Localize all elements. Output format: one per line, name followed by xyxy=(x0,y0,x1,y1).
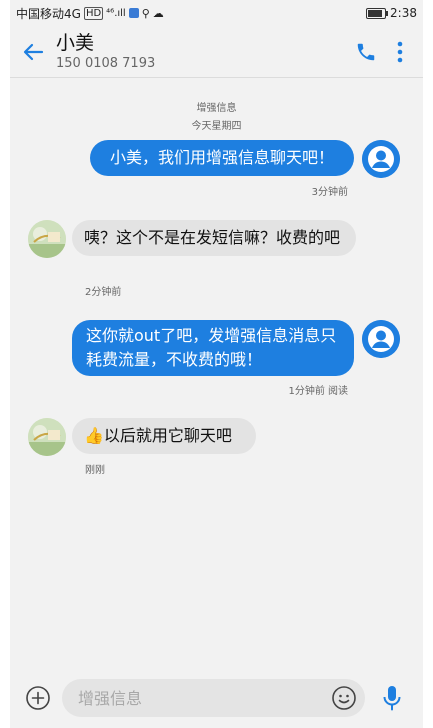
phone-icon[interactable] xyxy=(355,41,377,63)
message-input-wrapper xyxy=(62,679,365,717)
signal-icon: ⁴⁶.ıll xyxy=(106,7,126,19)
message-timestamp: 3分钟前 xyxy=(311,187,348,198)
incoming-message-bubble[interactable]: 咦？这个不是在发短信嘛？收费的吧 xyxy=(72,220,356,256)
contact-phone: 150 0108 7193 xyxy=(56,56,156,71)
status-time: 2:38 xyxy=(390,6,417,20)
add-circle-icon[interactable] xyxy=(22,682,54,714)
more-vertical-icon[interactable] xyxy=(397,41,403,63)
microphone-icon[interactable] xyxy=(373,684,411,712)
message-timestamp: 刚刚 xyxy=(85,465,105,476)
message-timestamp: 1分钟前 阅读 xyxy=(288,386,348,397)
hd-badge: HD xyxy=(83,6,104,20)
status-left: 中国移动4G HD ⁴⁶.ıll ⚲ ☁ xyxy=(16,5,164,22)
user-avatar[interactable] xyxy=(362,140,400,178)
channel-label: 增强信息 xyxy=(196,103,237,114)
date-label: 今天星期四 xyxy=(191,121,242,132)
battery-icon xyxy=(366,7,389,19)
message-input[interactable] xyxy=(76,687,331,709)
status-right: 2:38 xyxy=(366,6,417,20)
cloud-icon: ☁ xyxy=(152,6,164,20)
message-timestamp: 2分钟前 xyxy=(85,287,122,298)
composer-bar xyxy=(10,668,423,728)
header-actions xyxy=(355,41,423,63)
contact-info[interactable]: 小美 150 0108 7193 xyxy=(56,32,355,71)
usb-icon: ⚲ xyxy=(141,6,150,20)
status-bar: 中国移动4G HD ⁴⁶.ıll ⚲ ☁ 2:38 xyxy=(10,0,423,26)
contact-avatar[interactable] xyxy=(28,220,66,258)
outgoing-message-bubble[interactable]: 小美，我们用增强信息聊天吧！ xyxy=(90,140,354,176)
outgoing-message-bubble[interactable]: 这你就out了吧，发增强信息消息只耗费流量，不收费的哦！ xyxy=(72,320,354,376)
carrier-label: 中国移动4G xyxy=(16,6,81,21)
incoming-message-bubble[interactable]: 👍以后就用它聊天吧 xyxy=(72,418,256,454)
conversation-header: 小美 150 0108 7193 xyxy=(10,26,423,78)
arrow-left-icon[interactable] xyxy=(10,41,56,63)
message-list[interactable]: 增强信息 今天星期四 小美，我们用增强信息聊天吧！ 3分钟前 咦？这个不是在发短… xyxy=(10,78,423,668)
smiley-icon[interactable] xyxy=(331,685,357,711)
app-frame: 中国移动4G HD ⁴⁶.ıll ⚲ ☁ 2:38 小美 150 0108 71… xyxy=(10,0,423,728)
contact-name: 小美 xyxy=(56,32,95,54)
user-avatar[interactable] xyxy=(362,320,400,358)
app-notification-icon xyxy=(128,8,139,18)
contact-avatar[interactable] xyxy=(28,418,66,456)
